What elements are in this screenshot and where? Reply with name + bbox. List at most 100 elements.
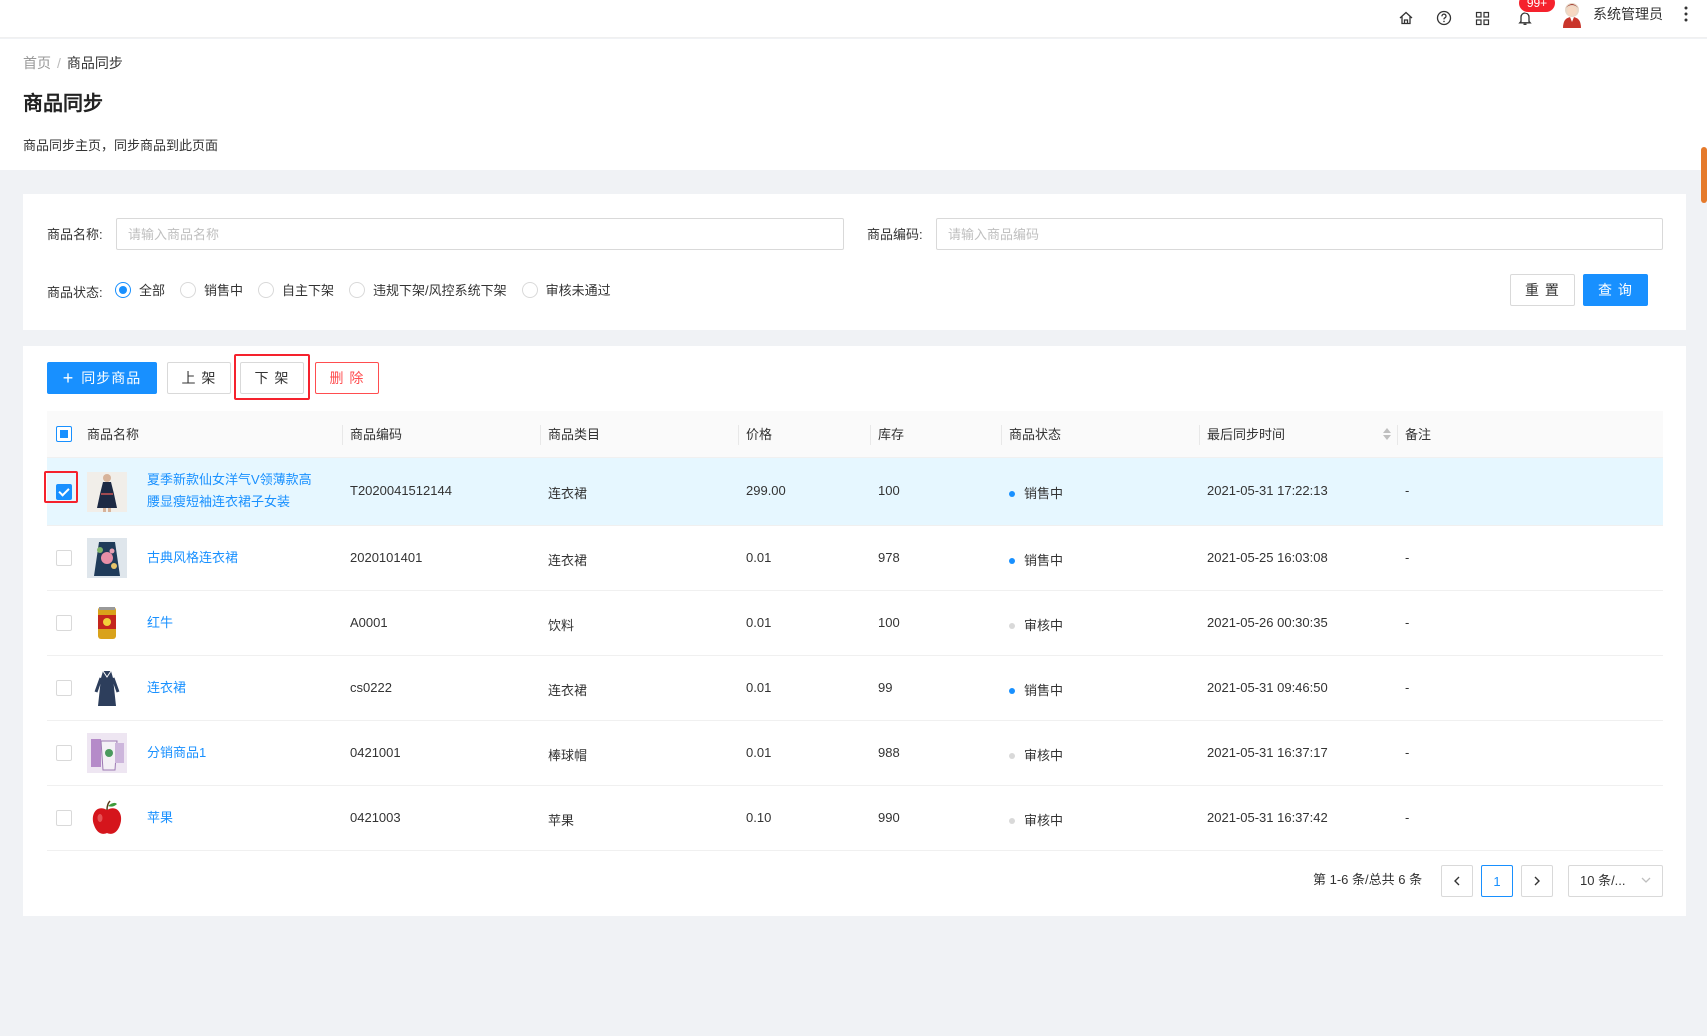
product-category: 连衣裙 [548, 553, 588, 568]
product-code: A0001 [350, 615, 388, 630]
product-category: 连衣裙 [548, 683, 588, 698]
product-price: 0.01 [746, 550, 772, 565]
sync-products-button[interactable]: + 同步商品 [47, 362, 157, 394]
column-header-sync-time[interactable]: 最后同步时间 [1207, 411, 1285, 458]
product-name-link[interactable]: 红牛 [147, 612, 173, 634]
breadcrumb-home[interactable]: 首页 [23, 55, 51, 71]
product-stock: 990 [878, 810, 900, 825]
product-name-link[interactable]: 夏季新款仙女洋气V领薄款高 腰显瘦短袖连衣裙子女装 [147, 469, 312, 513]
product-name-link[interactable]: 古典风格连衣裙 [147, 547, 238, 569]
product-stock: 978 [878, 550, 900, 565]
query-button[interactable]: 查 询 [1583, 274, 1648, 306]
product-status-label: 商品状态: [47, 285, 103, 300]
more-icon[interactable] [1681, 4, 1691, 24]
username[interactable]: 系统管理员 [1593, 5, 1663, 23]
table-row[interactable]: 古典风格连衣裙 2020101401 连衣裙 0.01 978 销售中 2021… [47, 526, 1663, 591]
product-category: 棒球帽 [548, 748, 588, 763]
product-price: 0.01 [746, 745, 772, 760]
scrollbar-thumb[interactable] [1701, 147, 1707, 203]
column-header-note: 备注 [1405, 427, 1432, 442]
column-divider [342, 425, 343, 445]
product-price: 299.00 [746, 483, 786, 498]
column-divider [1199, 425, 1200, 445]
pagination-prev-button[interactable] [1441, 865, 1473, 897]
product-image-long-dress [87, 668, 127, 708]
radio-status-review-failed[interactable]: 审核未通过 [521, 280, 611, 299]
product-price: 0.10 [746, 810, 772, 825]
home-icon[interactable] [1393, 5, 1419, 31]
product-image-apple [87, 798, 127, 838]
row-checkbox-highlight [44, 471, 78, 503]
product-name-line: 夏季新款仙女洋气V领薄款高 [147, 472, 312, 487]
radio-status-all[interactable]: 全部 [115, 280, 165, 299]
list-on-shelf-button[interactable]: 上 架 [167, 362, 231, 394]
page-header: 首页 / 商品同步 商品同步 商品同步主页，同步商品到此页面 [0, 39, 1707, 170]
radio-label: 销售中 [204, 283, 244, 298]
row-checkbox[interactable] [56, 680, 72, 696]
product-name-link[interactable]: 分销商品1 [147, 742, 206, 764]
row-checkbox[interactable] [56, 550, 72, 566]
radio-dot [258, 281, 275, 298]
product-category: 连衣裙 [548, 486, 588, 501]
table-header: 商品名称 商品编码 商品类目 价格 库存 商品状态 最后同步时间 备注 [47, 411, 1663, 458]
breadcrumb: 首页 / 商品同步 [23, 53, 123, 73]
product-name-link[interactable]: 苹果 [147, 807, 173, 829]
product-name-link[interactable]: 连衣裙 [147, 677, 186, 699]
column-divider [870, 425, 871, 445]
table-row[interactable]: 苹果 0421003 苹果 0.10 990 审核中 2021-05-31 16… [47, 786, 1663, 851]
product-code-input[interactable] [936, 218, 1663, 250]
row-checkbox[interactable] [56, 615, 72, 631]
column-header-name: 商品名称 [87, 427, 140, 442]
apps-icon[interactable] [1469, 5, 1495, 31]
select-all-checkbox[interactable] [56, 426, 72, 442]
status-dot [1009, 752, 1015, 759]
help-icon[interactable] [1431, 5, 1457, 31]
sync-time: 2021-05-26 00:30:35 [1207, 615, 1328, 630]
product-name-input[interactable] [116, 218, 844, 250]
product-code: cs0222 [350, 680, 392, 695]
status-badge: 审核中 [1009, 615, 1063, 634]
pagination-next-button[interactable] [1521, 865, 1553, 897]
delete-button[interactable]: 删 除 [315, 362, 379, 394]
product-image-red-bull [87, 603, 127, 643]
table-row[interactable]: 夏季新款仙女洋气V领薄款高 腰显瘦短袖连衣裙子女装 T2020041512144… [47, 458, 1663, 526]
pagination-page-1[interactable]: 1 [1481, 865, 1513, 897]
take-off-shelf-highlight [234, 354, 310, 400]
radio-dot [521, 281, 538, 298]
breadcrumb-current: 商品同步 [66, 55, 123, 71]
table-row[interactable]: 红牛 A0001 饮料 0.01 100 审核中 2021-05-26 00:3… [47, 591, 1663, 656]
product-category: 饮料 [548, 618, 575, 633]
status-dot [1009, 817, 1015, 824]
radio-label: 审核未通过 [545, 283, 611, 298]
page-size-select[interactable]: 10 条/... [1568, 865, 1663, 897]
product-image-drink-cup [87, 733, 127, 773]
status-badge: 销售中 [1009, 680, 1063, 699]
radio-status-self-delisted[interactable]: 自主下架 [258, 280, 334, 299]
reset-button[interactable]: 重 置 [1510, 274, 1575, 306]
status-dot [1009, 622, 1015, 629]
radio-dot [115, 281, 131, 298]
table-row[interactable]: 分销商品1 0421001 棒球帽 0.01 988 审核中 2021-05-3… [47, 721, 1663, 786]
sort-icon[interactable] [1382, 426, 1392, 445]
sync-time: 2021-05-31 09:46:50 [1207, 680, 1328, 695]
status-text: 销售中 [1024, 683, 1064, 698]
column-header-category: 商品类目 [548, 427, 601, 442]
page-size-value: 10 条/... [1580, 873, 1626, 888]
sync-time: 2021-05-31 16:37:17 [1207, 745, 1328, 760]
radio-status-selling[interactable]: 销售中 [180, 280, 243, 299]
row-checkbox[interactable] [56, 810, 72, 826]
column-divider [738, 425, 739, 445]
radio-status-violation-delisted[interactable]: 违规下架/风控系统下架 [349, 280, 507, 299]
note: - [1405, 550, 1410, 565]
product-code: 0421003 [350, 810, 401, 825]
radio-dot [180, 281, 197, 298]
page-description: 商品同步主页，同步商品到此页面 [23, 138, 219, 153]
column-header-price: 价格 [746, 427, 773, 442]
row-checkbox[interactable] [56, 745, 72, 761]
status-badge: 销售中 [1009, 550, 1063, 569]
sync-products-label: 同步商品 [81, 370, 142, 386]
table-row[interactable]: 连衣裙 cs0222 连衣裙 0.01 99 销售中 2021-05-31 09… [47, 656, 1663, 721]
product-image-dress-navy [87, 472, 127, 512]
breadcrumb-separator: / [57, 55, 61, 71]
avatar[interactable] [1560, 2, 1584, 28]
